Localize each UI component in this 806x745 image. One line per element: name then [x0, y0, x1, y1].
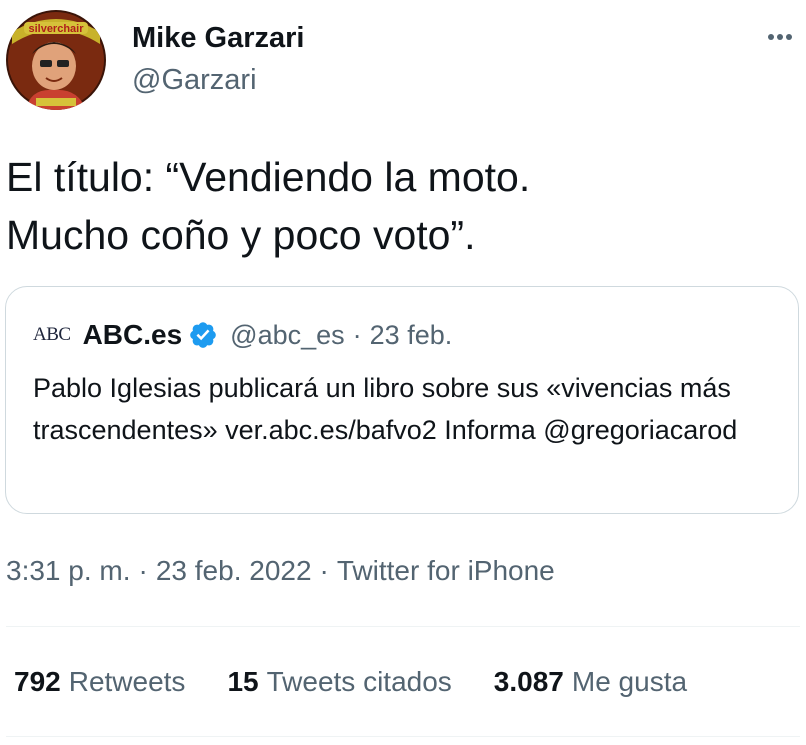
- timestamp-separator-1: ·: [138, 555, 148, 586]
- tweet-source[interactable]: Twitter for iPhone: [337, 555, 555, 586]
- quote-tweets-stat[interactable]: 15 Tweets citados: [227, 662, 451, 702]
- quoted-tweet-card[interactable]: ABC ABC.es @abc_es · 23 feb. Pablo Iglesia…: [5, 286, 799, 514]
- likes-stat[interactable]: 3.087 Me gusta: [494, 662, 687, 702]
- quoted-date[interactable]: 23 feb.: [370, 320, 453, 350]
- tweet-time[interactable]: 3:31 p. m.: [6, 555, 131, 586]
- divider: [6, 626, 800, 627]
- author-display-name[interactable]: Mike Garzari: [132, 20, 304, 56]
- timestamp-separator-2: ·: [319, 555, 329, 586]
- quoted-tweet-text: Pablo Iglesias publicará un libro sobre …: [33, 373, 738, 445]
- retweets-count: 792: [14, 666, 61, 697]
- retweets-label: Retweets: [68, 666, 186, 697]
- quoted-tweet-header: ABC ABC.es @abc_es · 23 feb.: [33, 315, 452, 355]
- quoted-display-name[interactable]: ABC.es: [83, 319, 183, 351]
- author-handle[interactable]: @Garzari: [132, 62, 304, 98]
- tweet-header: silverchair Mike Garzari @Garzari: [6, 10, 800, 110]
- avatar-image: silverchair: [6, 10, 106, 110]
- tweet-date[interactable]: 23 feb. 2022: [156, 555, 312, 586]
- author-names: Mike Garzari @Garzari: [132, 20, 304, 98]
- tweet-stats: 792 Retweets 15 Tweets citados 3.087 Me gus…: [14, 662, 729, 702]
- likes-count: 3.087: [493, 666, 564, 697]
- tweet-timestamp-row: 3:31 p. m. · 23 feb. 2022 · Twitter for iPho…: [6, 551, 555, 591]
- quoted-avatar-logo[interactable]: ABC: [33, 325, 71, 345]
- likes-label: Me gusta: [571, 666, 688, 697]
- quoted-separator: ·: [352, 319, 362, 350]
- quote-tweets-label: Tweets citados: [266, 666, 452, 697]
- quoted-meta: @abc_es · 23 feb.: [230, 320, 452, 351]
- tweet-text: El título: “Vendiendo la moto. Mucho coñ…: [6, 154, 531, 258]
- divider: [6, 736, 800, 737]
- quoted-handle[interactable]: @abc_es: [230, 320, 344, 350]
- quote-tweets-count: 15: [227, 666, 259, 697]
- avatar-logo-text: silverchair: [28, 23, 84, 35]
- verified-badge-icon: [188, 320, 218, 350]
- more-dots-icon: [768, 34, 792, 40]
- avatar[interactable]: silverchair: [6, 10, 106, 110]
- retweets-stat[interactable]: 792 Retweets: [14, 662, 185, 702]
- more-options-button[interactable]: [760, 22, 800, 52]
